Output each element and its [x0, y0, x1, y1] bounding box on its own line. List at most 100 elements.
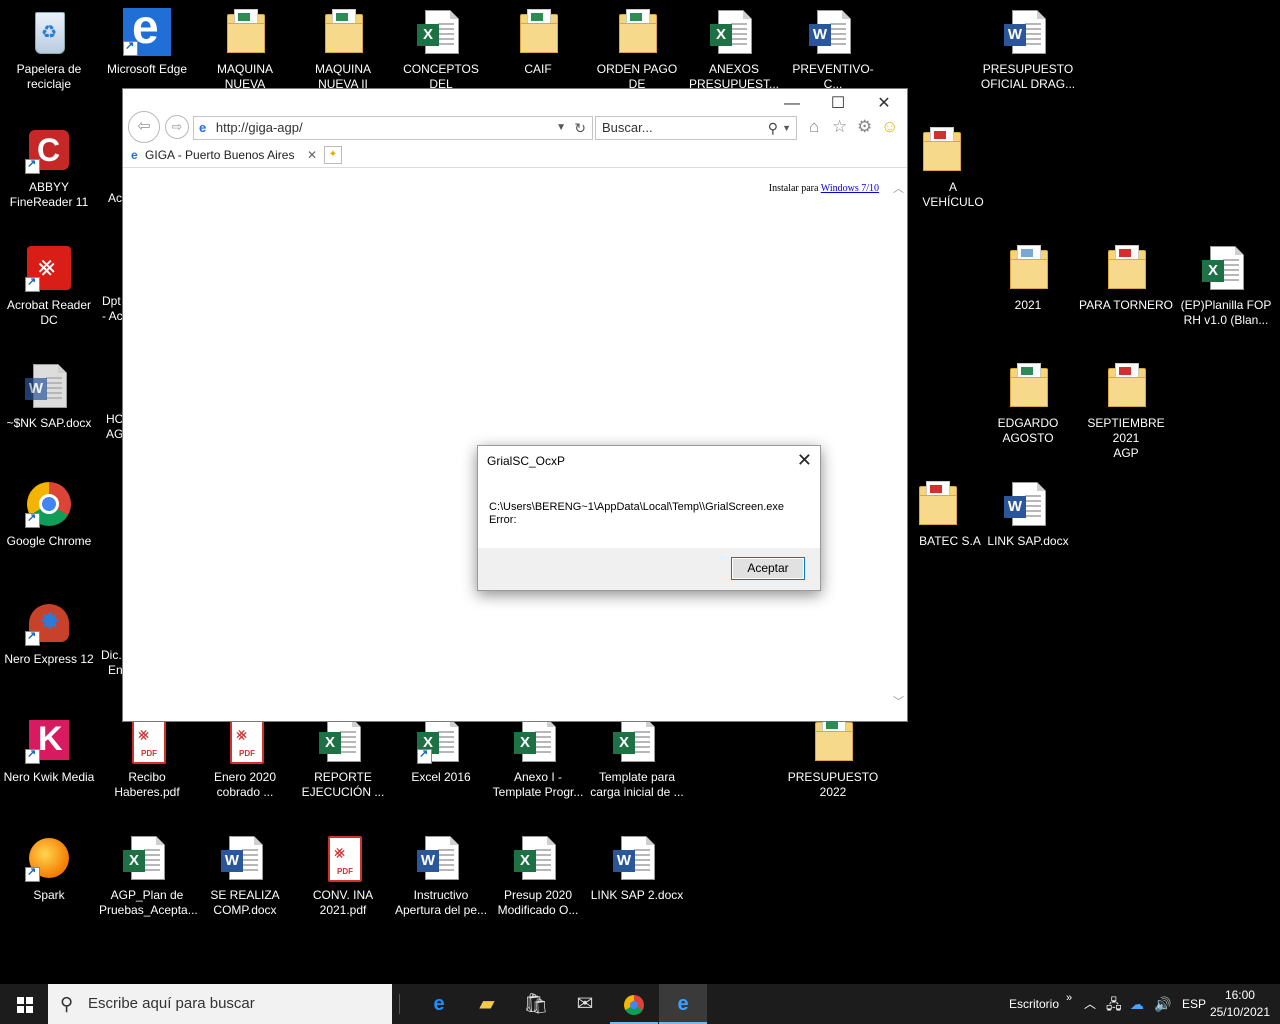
address-bar[interactable]: e http://giga-agp/ ▼ ↻ — [193, 116, 593, 140]
desktop-icon-septiembre-2021[interactable]: SEPTIEMBRE 2021 AGP — [1078, 362, 1174, 461]
desktop-icon-reporte-ejecucion[interactable]: X REPORTE EJECUCIÓN ... — [295, 716, 391, 800]
maximize-button[interactable]: ☐ — [815, 91, 861, 117]
desktop-icon-agp-plan[interactable]: X AGP_Plan de Pruebas_Acepta... — [99, 834, 198, 918]
excel-file-icon: X — [123, 834, 171, 882]
desktop-icon-recycle-bin[interactable]: Papelera de reciclaje — [1, 8, 97, 92]
onedrive-icon[interactable]: ☁ — [1130, 984, 1144, 1024]
desktop-icon-para-tornero[interactable]: PARA TORNERO — [1078, 244, 1174, 313]
taskbar-ie-icon[interactable]: e — [659, 984, 707, 1024]
overflow-chevron-icon[interactable]: » — [1066, 978, 1072, 1018]
partial-label: Dic. — [101, 648, 122, 662]
favorites-star-icon[interactable]: ☆ — [832, 117, 847, 137]
partial-label: Ac — [108, 191, 123, 205]
excel-file-icon: X — [319, 716, 367, 764]
edge-icon — [123, 0, 171, 56]
desktop-icon-instructivo[interactable]: W Instructivo Apertura del pe... — [393, 834, 489, 918]
desktop-icon-se-realiza[interactable]: W SE REALIZA COMP.docx — [197, 834, 293, 918]
desktop-icon-edgardo-agosto[interactable]: EDGARDO AGOSTO — [980, 362, 1076, 446]
folder-icon — [319, 8, 367, 56]
desktop-icon-presup-2020[interactable]: X Presup 2020 Modificado O... — [490, 834, 586, 918]
desktop-icon-2021[interactable]: 2021 — [980, 244, 1076, 313]
search-dropdown-icon[interactable]: ▼ — [782, 117, 791, 139]
refresh-icon[interactable]: ↻ — [574, 117, 586, 139]
show-hidden-icons[interactable]: ︿ — [1084, 984, 1096, 1024]
install-link[interactable]: Windows 7/10 — [821, 183, 879, 194]
pdf-file-icon: ⨳ PDF — [221, 716, 269, 764]
dropdown-icon[interactable]: ▼ — [556, 117, 566, 139]
folder-icon — [221, 8, 269, 56]
scroll-down-icon[interactable]: ﹀ — [893, 693, 904, 709]
folder-icon — [917, 126, 965, 174]
desktop-icon-acrobat[interactable]: Acrobat Reader DC — [1, 244, 97, 328]
desktop-icon-anexo-i[interactable]: X Anexo I - Template Progr... — [490, 716, 586, 800]
ok-button[interactable]: Aceptar — [731, 557, 805, 580]
desktop-icon-nero-kwik[interactable]: Nero Kwik Media — [1, 716, 97, 785]
network-icon[interactable]: 🖧 — [1106, 984, 1122, 1024]
taskbar-edge-icon[interactable]: e — [415, 984, 463, 1024]
volume-icon[interactable]: 🔊 — [1154, 984, 1171, 1024]
tab-close-icon[interactable]: ✕ — [307, 143, 317, 167]
excel-file-icon: X — [710, 8, 758, 56]
folder-icon — [1102, 362, 1150, 410]
browser-navbar: ⇦ ⇨ e http://giga-agp/ ▼ ↻ Buscar... ⚲ ▼… — [123, 111, 907, 143]
desktop-icon-conv-ina[interactable]: ⨳ PDF CONV. INA 2021.pdf — [295, 834, 391, 918]
taskbar-search[interactable]: ⚲ Escribe aquí para buscar — [48, 984, 392, 1024]
desktop-icon-presupuesto-2022[interactable]: PRESUPUESTO 2022 — [785, 716, 881, 800]
desktop-icon-edge[interactable]: Microsoft Edge — [99, 0, 195, 77]
install-prefix: Instalar para — [768, 183, 819, 194]
desktop-icon-abbyy[interactable]: ABBYY FineReader 11 — [1, 126, 97, 210]
desktop-icon-maquina-nueva-ii[interactable]: MAQUINA NUEVA II — [295, 8, 391, 92]
search-input[interactable]: Buscar... ⚲ ▼ — [595, 116, 797, 140]
forward-button[interactable]: ⇨ — [165, 115, 189, 139]
desktop-icon-planilla-fop[interactable]: X (EP)Planilla FOP RH v1.0 (Blan... — [1176, 244, 1276, 328]
folder-icon — [1102, 244, 1150, 292]
excel-file-icon: X — [417, 8, 465, 56]
search-icon[interactable]: ⚲ — [768, 117, 778, 139]
scroll-up-icon[interactable]: ︿ — [893, 180, 904, 196]
back-button[interactable]: ⇦ — [128, 111, 160, 143]
excel-file-icon: X — [613, 716, 661, 764]
address-text: http://giga-agp/ — [215, 120, 303, 135]
taskbar-chrome-icon[interactable] — [610, 984, 658, 1024]
spark-icon — [25, 834, 73, 882]
desktop-icon-template-carga[interactable]: X Template para carga inicial de ... — [589, 716, 685, 800]
taskbar-store-icon[interactable]: 🛍 — [512, 984, 560, 1024]
pdf-file-icon: ⨳ PDF — [123, 716, 171, 764]
desktop-icon-nk-sap[interactable]: W ~$NK SAP.docx — [1, 362, 97, 431]
desktop-icon-presupuesto-oficial[interactable]: W PRESUPUESTO OFICIAL DRAG... — [980, 8, 1076, 92]
desktop-icon-enero-2020[interactable]: ⨳ PDF Enero 2020 cobrado ... — [197, 716, 293, 800]
abbyy-icon — [25, 126, 73, 174]
partial-label: Dpt — [102, 294, 121, 308]
desktop-icon-maquina-nueva[interactable]: MAQUINA NUEVA — [197, 8, 293, 92]
close-button[interactable]: ✕ — [861, 91, 907, 117]
word-file-icon: W — [613, 834, 661, 882]
desktop-icon-excel-2016[interactable]: X Excel 2016 — [393, 716, 489, 785]
clock[interactable]: 16:00 25/10/2021 — [1210, 987, 1270, 1021]
desktop-icon-link-sap-2[interactable]: W LINK SAP 2.docx — [589, 834, 685, 903]
gear-icon[interactable]: ⚙ — [857, 117, 872, 137]
new-tab-button[interactable]: ✦ — [324, 146, 342, 164]
desktop-icon-spark[interactable]: Spark — [1, 834, 97, 903]
desktop-label[interactable]: Escritorio — [1009, 984, 1059, 1024]
desktop-icon-nero-express[interactable]: Nero Express 12 — [1, 598, 97, 667]
clock-date: 25/10/2021 — [1209, 1005, 1270, 1019]
home-icon[interactable]: ⌂ — [809, 117, 819, 137]
smiley-feedback-icon[interactable]: ☺ — [881, 117, 898, 137]
desktop-icon-link-sap[interactable]: W LINK SAP.docx — [980, 480, 1076, 549]
minimize-button[interactable]: — — [769, 91, 815, 117]
word-file-icon: W — [221, 834, 269, 882]
vertical-scrollbar[interactable]: ︿ ﹀ — [890, 168, 907, 721]
desktop-icon-recibo-haberes[interactable]: ⨳ PDF Recibo Haberes.pdf — [99, 716, 195, 800]
desktop-icon-chrome[interactable]: Google Chrome — [1, 480, 97, 549]
word-file-icon: W — [809, 8, 857, 56]
taskbar-mail-icon[interactable]: ✉ — [561, 984, 609, 1024]
language-indicator[interactable]: ESP — [1182, 984, 1206, 1024]
start-button[interactable] — [0, 984, 48, 1024]
desktop-icon-caif[interactable]: CAIF — [490, 8, 586, 77]
desktop-icon-anexos-presupuesto[interactable]: X ANEXOS PRESUPUEST... — [686, 8, 782, 92]
dialog-close-button[interactable]: ✕ — [797, 450, 812, 471]
tab-giga[interactable]: e GIGA - Puerto Buenos Aires ✕ — [125, 143, 323, 167]
partial-label: En — [108, 663, 123, 677]
taskbar-explorer-icon[interactable]: ▰ — [463, 984, 511, 1024]
error-dialog: GrialSC_OcxP ✕ C:\Users\BERENG~1\AppData… — [477, 445, 821, 591]
